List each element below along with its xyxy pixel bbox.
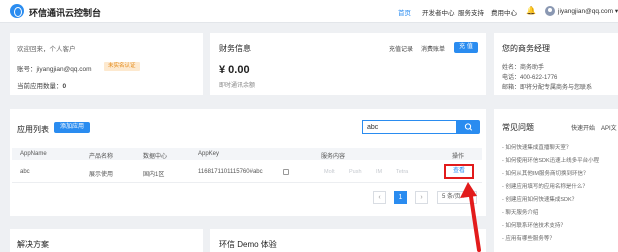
next-page-button[interactable]: ›	[415, 191, 428, 204]
nav-item-billing[interactable]: 费用中心	[491, 7, 517, 17]
finance-title: 财务信息	[219, 44, 251, 53]
account-label: 账号：jiyangjian@qq.com	[17, 66, 92, 73]
search-input[interactable]	[362, 120, 457, 134]
manager-phone: 电话：400-622-1776	[502, 75, 558, 81]
table-header	[12, 148, 482, 160]
recharge-history-link[interactable]: 充值记录	[389, 44, 413, 53]
faq-item[interactable]: - 如何快速集成直播聊天室？	[502, 143, 618, 151]
demo-title: 环信 Demo 体验	[219, 240, 277, 249]
col-datacenter: 数据中心	[143, 154, 168, 160]
nav-item-developer[interactable]: 开发者中心	[422, 7, 455, 17]
search-button[interactable]	[457, 120, 480, 134]
bill-link[interactable]: 消费账单	[421, 44, 445, 53]
add-app-button[interactable]: 添加应用	[54, 122, 90, 133]
verify-badge[interactable]: 未实名认证	[104, 62, 140, 71]
col-appkey: AppKey	[198, 151, 220, 157]
cell-product: 展示使用	[89, 172, 114, 178]
manager-email: 邮箱：即将分配专属商务与您联系	[502, 85, 593, 91]
logo-icon[interactable]	[10, 4, 24, 18]
user-menu[interactable]: jiyangjian@qq.com ▾	[558, 7, 618, 15]
service-tag: Push	[349, 169, 362, 175]
col-appname: AppName	[20, 151, 47, 157]
brand-title[interactable]: 环信通讯云控制台	[29, 6, 101, 19]
service-tag: MoIt	[324, 169, 335, 175]
faq-item[interactable]: - 创建应用填写的应用名称是什么？	[502, 182, 618, 190]
col-product: 产品名称	[89, 154, 114, 160]
solutions-title: 解决方案	[17, 240, 49, 249]
col-actions: 操作	[452, 154, 465, 160]
recharge-button[interactable]: 充 值	[454, 42, 478, 53]
api-docs-link[interactable]: API文	[601, 123, 617, 132]
manager-title: 您的商务经理	[502, 44, 550, 53]
top-navbar: 环信通讯云控制台 首页 开发者中心 服务支持 费用中心 🔔 jiyangjian…	[0, 0, 618, 23]
faq-title: 常见问题	[502, 123, 534, 132]
service-tag: Tetra	[396, 169, 409, 175]
faq-item[interactable]: - 应用有哪些服务等？	[502, 234, 618, 242]
faq-item[interactable]: - 创建应用如何快速集成SDK？	[502, 195, 618, 203]
bell-icon[interactable]: 🔔	[526, 6, 536, 15]
service-tag: IM	[376, 169, 383, 175]
faq-item[interactable]: - 如何从其他IM服务商切换到环信？	[502, 169, 618, 177]
faq-item[interactable]: - 如何联系环信技术支持？	[502, 221, 618, 229]
page-1-button[interactable]: 1	[394, 191, 407, 204]
nav-item-support[interactable]: 服务支持	[458, 7, 484, 17]
cell-datacenter: 国内1区	[143, 172, 165, 178]
faq-item[interactable]: - 聊天服务介绍	[502, 208, 618, 216]
cell-appname: abc	[20, 169, 30, 175]
avatar[interactable]	[545, 6, 555, 16]
nav-item-home[interactable]: 首页	[398, 7, 411, 17]
col-services: 服务内容	[321, 154, 346, 160]
app-list-title: 应用列表	[17, 125, 49, 134]
manager-name: 姓名：商务助手	[502, 65, 545, 71]
app-count-label: 当前应用数量：0	[17, 83, 67, 90]
view-button[interactable]: 查看	[444, 164, 474, 179]
cell-appkey: 1168171101115760#abc	[198, 169, 263, 175]
faq-item[interactable]: - 如何使用环信SDK迅速上线多平台小程	[502, 156, 618, 164]
quick-start-link[interactable]: 快速开始	[571, 123, 595, 132]
welcome-text: 欢迎回来，个人客户	[17, 46, 76, 53]
prev-page-button[interactable]: ‹	[373, 191, 386, 204]
copy-icon[interactable]	[283, 169, 289, 175]
annotation-arrow-icon	[460, 182, 481, 252]
app-count-value: 0	[62, 83, 67, 90]
balance-value: ¥ 0.00	[219, 64, 250, 76]
row-divider	[12, 182, 482, 183]
search-icon	[464, 123, 473, 131]
balance-caption: 即时通讯余额	[219, 83, 256, 89]
